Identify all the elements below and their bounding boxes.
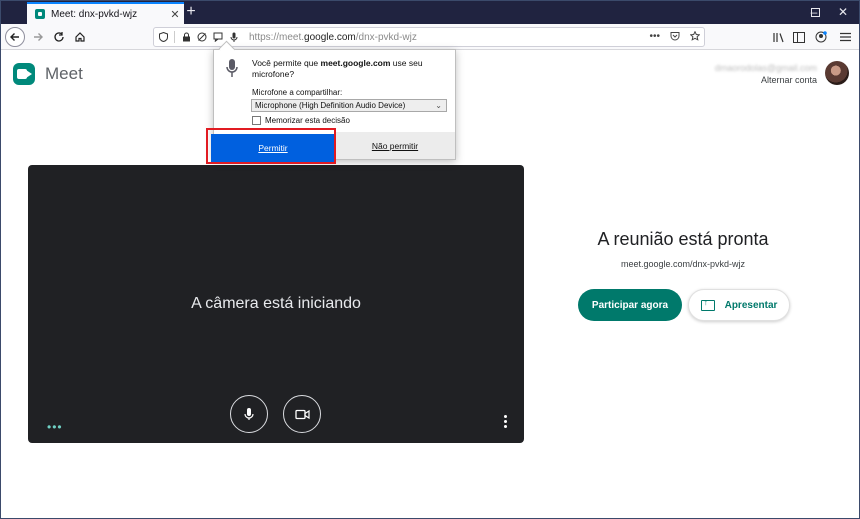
meet-logo-text: Meet	[45, 64, 83, 83]
home-icon	[75, 32, 85, 42]
menu-hamburger-icon[interactable]	[835, 27, 855, 47]
microphone-toggle-button[interactable]	[230, 395, 268, 433]
pocket-icon[interactable]	[670, 31, 680, 44]
tracking-shield-icon[interactable]	[158, 32, 168, 42]
url-text: https://meet.google.com/dnx-pvkd-wjz	[249, 31, 417, 43]
account-info: dmaorodolas@gmail.com Alternar conta	[715, 63, 817, 85]
tab-title: Meet: dnx-pvkd-wjz	[51, 8, 138, 20]
account-sync-icon[interactable]	[811, 27, 831, 47]
new-tab-button[interactable]: +	[182, 2, 200, 22]
present-label: Apresentar	[724, 299, 778, 311]
video-preview: A câmera está iniciando •••	[28, 165, 524, 443]
microphone-icon	[244, 408, 254, 420]
library-icon[interactable]	[769, 27, 789, 47]
sidebar-icon[interactable]	[789, 27, 809, 47]
video-camera-icon	[294, 409, 310, 419]
meet-logo-icon	[13, 63, 35, 85]
avatar[interactable]	[825, 61, 849, 85]
notification-icon[interactable]	[213, 32, 223, 42]
present-screen-icon	[700, 297, 715, 311]
reload-button[interactable]	[49, 27, 69, 47]
more-effects-icon[interactable]: •••	[47, 420, 63, 434]
present-button[interactable]: Apresentar	[688, 289, 790, 321]
meeting-url: meet.google.com/dnx-pvkd-wjz	[620, 259, 746, 269]
meet-favicon-icon	[35, 9, 45, 19]
meet-logo[interactable]: Meet	[13, 63, 83, 85]
switch-account-link[interactable]: Alternar conta	[715, 75, 817, 85]
back-button[interactable]	[5, 27, 25, 47]
page-actions-icon[interactable]: •••	[649, 31, 660, 44]
address-bar[interactable]: https://meet.google.com/dnx-pvkd-wjz •••	[153, 27, 705, 47]
autoplay-blocked-icon[interactable]	[197, 32, 207, 42]
allow-highlight-box	[206, 128, 336, 164]
browser-tab[interactable]: Meet: dnx-pvkd-wjz ✕	[27, 2, 184, 24]
microphone-permission-icon[interactable]	[229, 32, 239, 42]
account-email: dmaorodolas@gmail.com	[714, 63, 817, 73]
lock-icon[interactable]	[181, 32, 191, 42]
close-window-button[interactable]: ✕	[825, 1, 859, 24]
forward-button[interactable]	[28, 27, 48, 47]
camera-status-text: A câmera está iniciando	[191, 295, 361, 312]
more-options-icon[interactable]	[502, 415, 508, 431]
camera-toggle-button[interactable]	[283, 395, 321, 433]
forward-arrow-icon	[34, 33, 43, 41]
navigation-bar: https://meet.google.com/dnx-pvkd-wjz •••	[1, 24, 859, 50]
title-bar: Meet: dnx-pvkd-wjz ✕ + – ✕	[1, 1, 859, 24]
join-now-button[interactable]: Participar agora	[578, 289, 682, 321]
back-arrow-icon	[10, 33, 19, 41]
reload-icon	[54, 32, 64, 42]
browser-window: Meet: dnx-pvkd-wjz ✕ + – ✕ https://meet.…	[0, 0, 860, 519]
home-button[interactable]	[70, 27, 90, 47]
meeting-ready-title: A reunião está pronta	[597, 229, 769, 249]
bookmark-star-icon[interactable]	[689, 30, 701, 44]
